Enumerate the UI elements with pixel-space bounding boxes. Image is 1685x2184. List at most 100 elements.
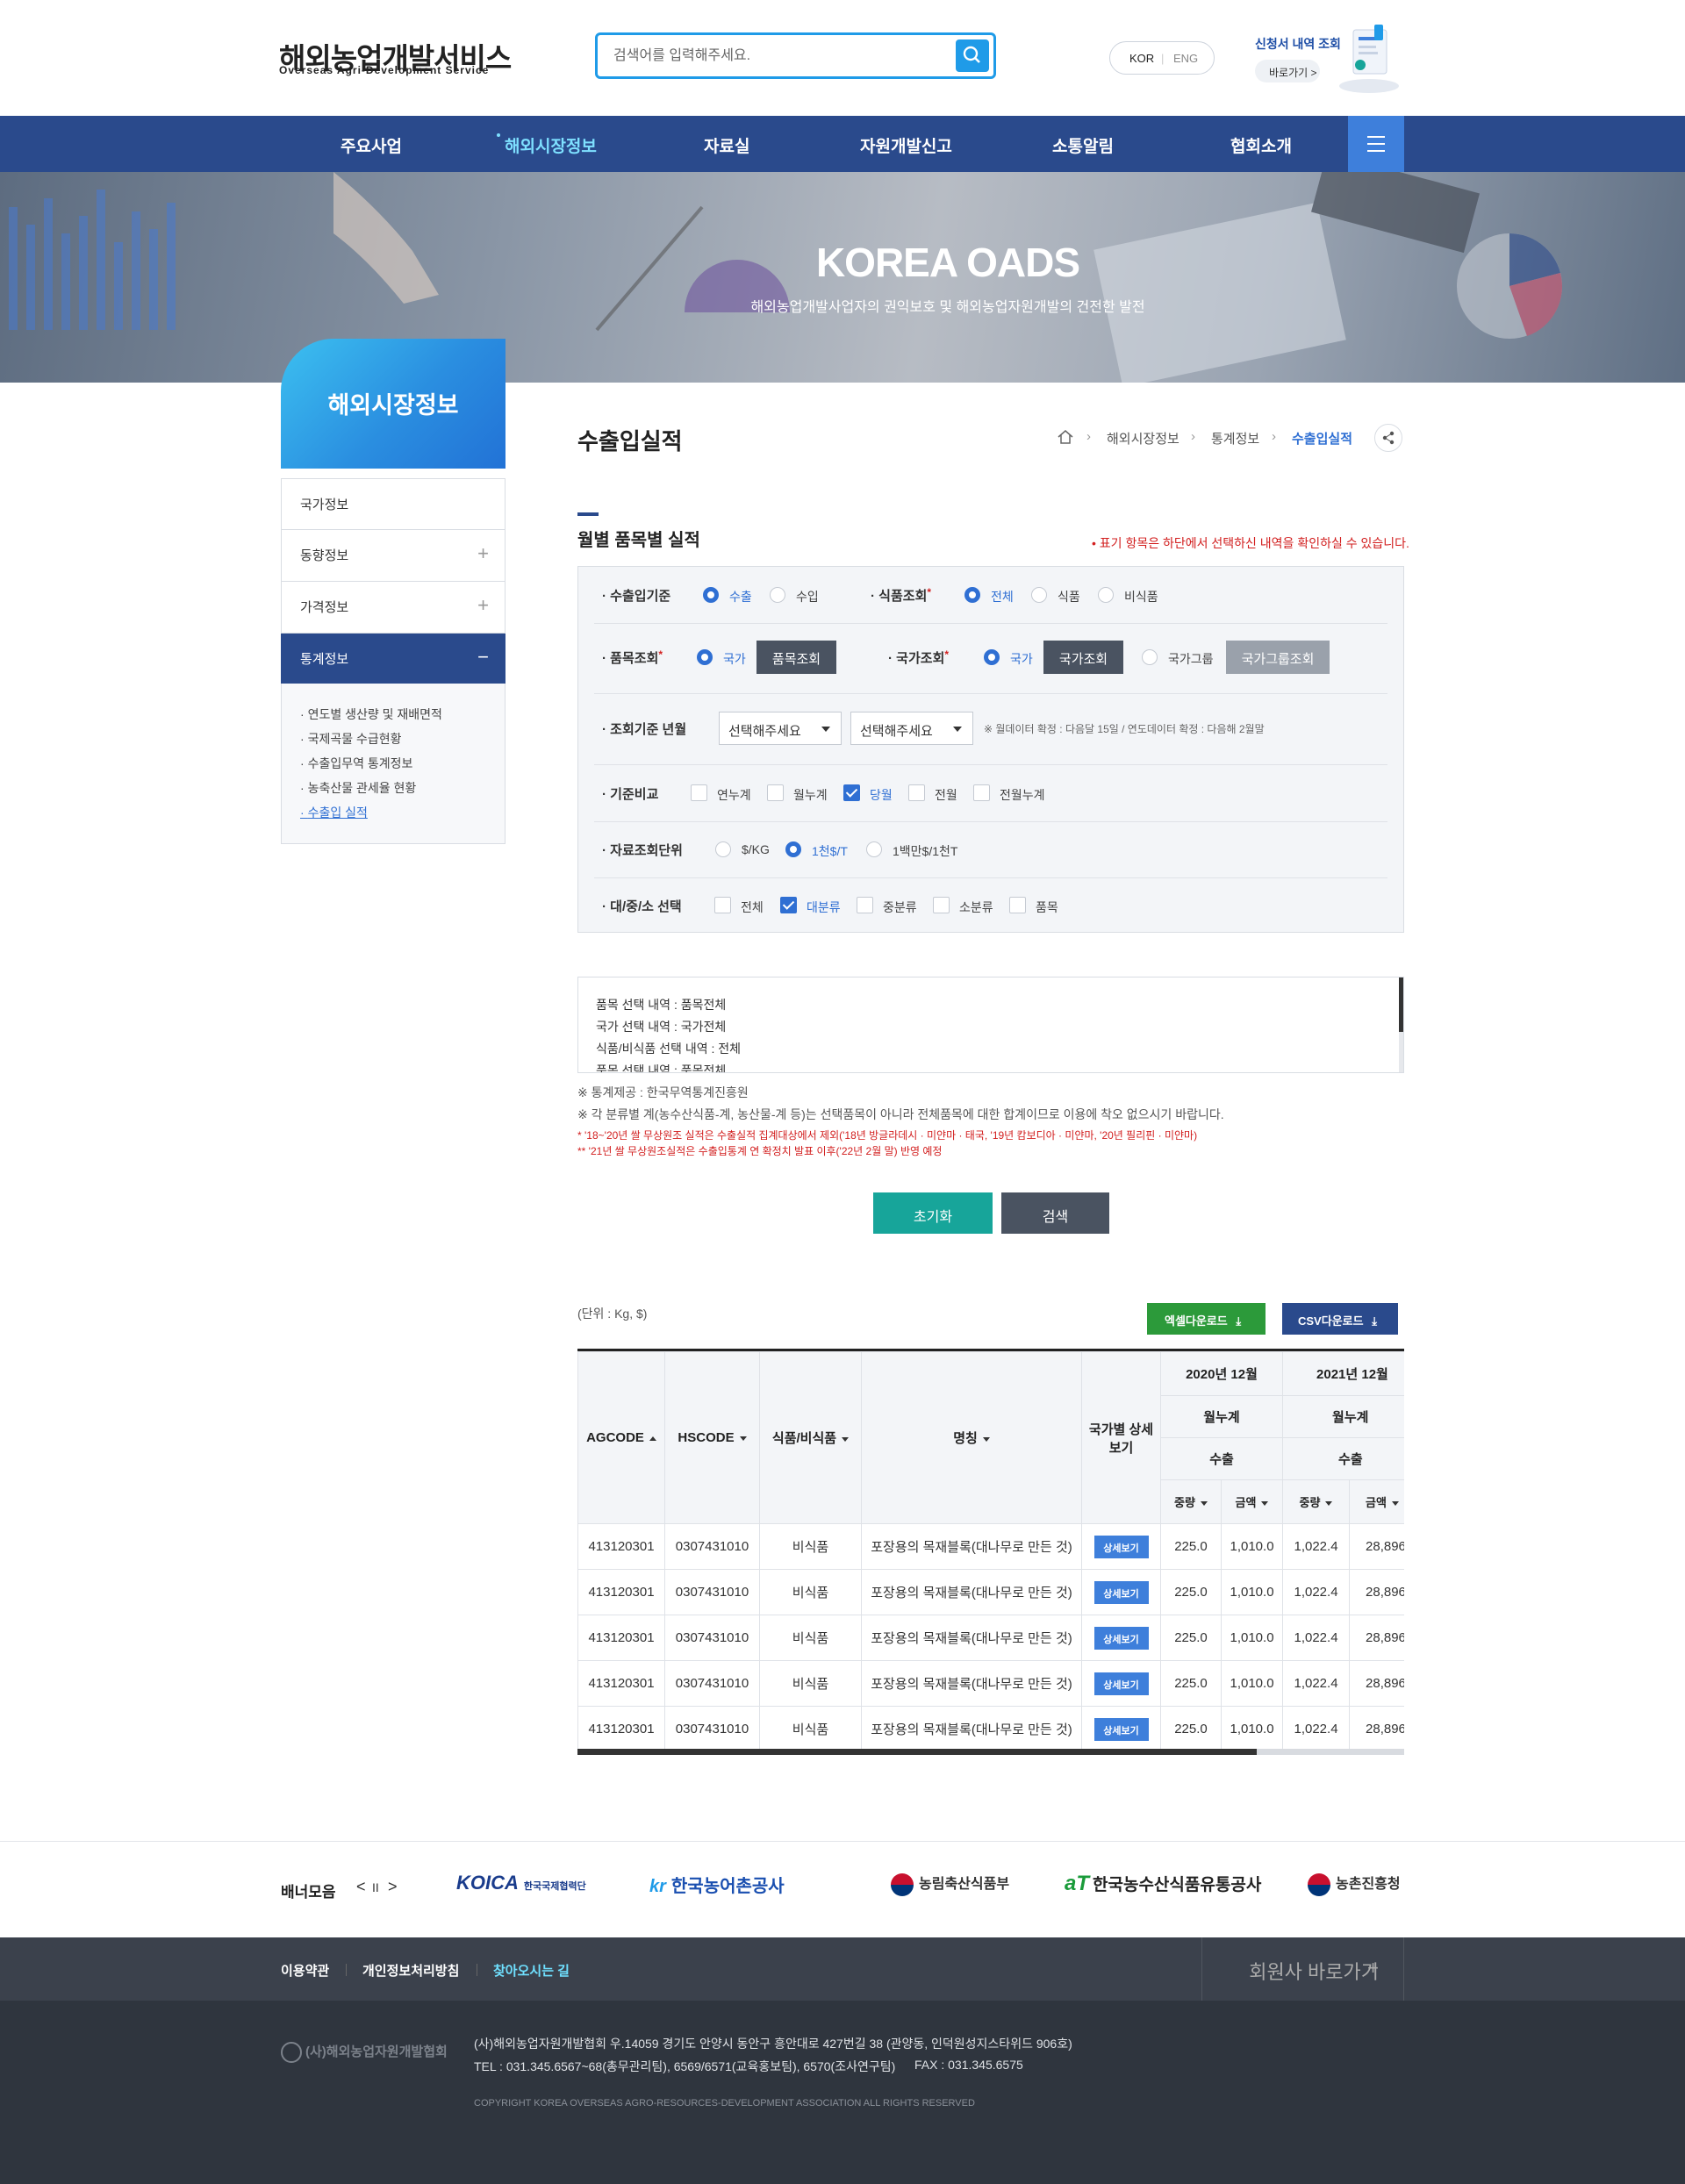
nav-item-about[interactable]: 협회소개 <box>1230 133 1292 157</box>
search-submit-button[interactable]: 검색 <box>1001 1192 1109 1234</box>
radio-import[interactable] <box>770 587 785 603</box>
banner-next-icon[interactable]: > <box>388 1878 398 1896</box>
cell-agcode: 413120301 <box>577 1706 665 1752</box>
apply-history-title[interactable]: 신청서 내역 조회 <box>1255 35 1341 53</box>
footer-link-privacy[interactable]: 개인정보처리방침 <box>362 1961 459 1980</box>
checkbox-cat-item[interactable] <box>1009 897 1026 913</box>
checkbox-prev-month[interactable] <box>908 784 925 801</box>
radio-unit-million[interactable] <box>866 841 882 857</box>
nav-item-notice[interactable]: 소통알림 <box>1052 133 1114 157</box>
submenu-item[interactable]: · 연도별 생산량 및 재배면적 <box>300 705 442 723</box>
th-weight[interactable]: 중량 <box>1282 1479 1351 1524</box>
radio-unit-thousand[interactable] <box>785 841 801 857</box>
banner-logo-at[interactable]: aT 한국농수산식품유통공사 <box>1065 1872 1261 1896</box>
cell-hscode: 0307431010 <box>664 1660 760 1707</box>
share-button[interactable] <box>1374 424 1402 452</box>
summary-scrollbar[interactable] <box>1399 977 1403 1072</box>
sidebar-item-statistics[interactable]: 통계정보 − <box>281 634 506 685</box>
th-amount[interactable]: 금액 <box>1220 1479 1284 1524</box>
cell-amount-2020: 1,010.0 <box>1220 1615 1284 1661</box>
country-query-button[interactable]: 국가조회 <box>1043 641 1123 674</box>
reset-button[interactable]: 초기화 <box>873 1192 993 1234</box>
radio-label: 1백만$/1천T <box>893 844 958 858</box>
lang-eng[interactable]: ENG <box>1173 52 1198 65</box>
th-agcode[interactable]: AGCODE <box>577 1351 665 1524</box>
checkbox-cat-major[interactable] <box>780 897 797 913</box>
breadcrumb-item[interactable]: 통계정보 <box>1211 429 1259 448</box>
cell-name: 포장용의 목재블록(대나무로 만든 것) <box>861 1569 1082 1615</box>
detail-button[interactable]: 상세보기 <box>1093 1626 1149 1650</box>
th-weight[interactable]: 중량 <box>1160 1479 1222 1524</box>
csv-download-button[interactable]: CSV다운로드 ⤓ <box>1282 1303 1398 1335</box>
search-button[interactable] <box>956 39 989 72</box>
th-cum: 월누계 <box>1282 1395 1404 1438</box>
footer-address: (사)해외농업자원개발협회 우.14059 경기도 안양시 동안구 흥안대로 4… <box>474 2037 1072 2051</box>
submenu-item[interactable]: · 국제곡물 수급현황 <box>300 730 402 748</box>
th-hscode[interactable]: HSCODE <box>664 1351 760 1524</box>
search-input[interactable] <box>613 44 947 68</box>
radio-country-group[interactable] <box>1142 649 1158 665</box>
nav-item-library[interactable]: 자료실 <box>704 133 749 157</box>
checkbox-cat-all[interactable] <box>714 897 731 913</box>
sidebar-title: 해외시장정보 <box>281 339 506 469</box>
nav-item-market-info[interactable]: 해외시장정보 <box>505 133 597 157</box>
excel-download-button[interactable]: 엑셀다운로드 ⤓ <box>1147 1303 1266 1335</box>
banner-prev-icon[interactable]: < <box>356 1878 366 1896</box>
family-site-button[interactable]: 회원사 바로가기 + <box>1201 1937 1404 2001</box>
year-select[interactable]: 선택해주세요 <box>719 712 842 745</box>
radio-item-country-label: 국가 <box>723 652 746 666</box>
radio-country[interactable] <box>984 649 1000 665</box>
nav-item-main-business[interactable]: 주요사업 <box>341 133 402 157</box>
submenu-item-active[interactable]: · 수출입 실적 <box>300 804 368 821</box>
table-horizontal-scrollbar[interactable] <box>577 1749 1404 1755</box>
radio-export[interactable] <box>703 587 719 603</box>
banner-pause-icon[interactable]: II <box>372 1880 379 1894</box>
checkbox-prev-month-cum[interactable] <box>973 784 990 801</box>
item-query-button[interactable]: 품목조회 <box>756 641 836 674</box>
sidebar-item-country-info[interactable]: 국가정보 <box>281 478 506 530</box>
selection-summary[interactable]: 품목 선택 내역 : 품목전체 국가 선택 내역 : 국가전체 식품/비식품 선… <box>577 977 1404 1073</box>
detail-button[interactable]: 상세보기 <box>1093 1580 1149 1604</box>
country-query-label: · 국가조회* <box>888 648 950 666</box>
checkbox-monthly-cum[interactable] <box>767 784 784 801</box>
checkbox-yearly-cum[interactable] <box>691 784 707 801</box>
results-table-wrapper[interactable]: AGCODE HSCODE 식품/비식품 명칭 국가별 상세보기 2020년 1… <box>577 1349 1404 1752</box>
sidebar-item-price-info[interactable]: 가격정보 + <box>281 582 506 634</box>
checkbox-cat-minor[interactable] <box>933 897 950 913</box>
detail-button[interactable]: 상세보기 <box>1093 1717 1149 1741</box>
banner-logo-krc[interactable]: kr 한국농어촌공사 <box>649 1872 785 1897</box>
checkbox-label: 당월 <box>870 788 893 802</box>
banner-logo-koica[interactable]: KOICA 한국국제협력단 <box>456 1872 586 1894</box>
th-food[interactable]: 식품/비식품 <box>759 1351 862 1524</box>
radio-food[interactable] <box>1031 587 1047 603</box>
footer-link-terms[interactable]: 이용약관 <box>281 1961 329 1980</box>
submenu-item[interactable]: · 수출입무역 통계정보 <box>300 755 412 772</box>
th-amount[interactable]: 금액 <box>1349 1479 1404 1524</box>
country-group-query-button[interactable]: 국가그룹조회 <box>1226 641 1330 674</box>
submenu-item[interactable]: · 농축산물 관세율 현황 <box>300 779 416 797</box>
th-name[interactable]: 명칭 <box>861 1351 1082 1524</box>
footer-divider <box>346 1964 347 1976</box>
lang-kor[interactable]: KOR <box>1129 52 1154 65</box>
breadcrumb-item[interactable]: 해외시장정보 <box>1107 429 1180 448</box>
radio-unit-kg[interactable] <box>715 841 731 857</box>
detail-button[interactable]: 상세보기 <box>1093 1672 1149 1695</box>
all-menu-button[interactable] <box>1348 116 1404 172</box>
footer-link-directions[interactable]: 찾아오시는 길 <box>493 1961 570 1980</box>
radio-food-all[interactable] <box>964 587 980 603</box>
radio-nonfood[interactable] <box>1098 587 1114 603</box>
home-icon[interactable] <box>1056 428 1075 446</box>
month-select[interactable]: 선택해주세요 <box>850 712 973 745</box>
nav-item-resource-report[interactable]: 자원개발신고 <box>860 133 952 157</box>
sort-desc-icon <box>739 1436 747 1444</box>
banner-logo-rda[interactable]: 농촌진흥청 <box>1308 1872 1404 1896</box>
sidebar-item-trend-info[interactable]: 동향정보 + <box>281 530 506 582</box>
radio-item-country[interactable] <box>697 649 713 665</box>
breadcrumb-current: 수출입실적 <box>1292 432 1353 447</box>
detail-button[interactable]: 상세보기 <box>1093 1535 1149 1558</box>
checkbox-current-month[interactable] <box>843 784 860 801</box>
apply-history-link[interactable]: 바로가기 > <box>1255 60 1320 82</box>
checkbox-cat-middle[interactable] <box>857 897 873 913</box>
breadcrumb-separator: › <box>1272 429 1276 444</box>
banner-logo-mafra[interactable]: 농림축산식품부 <box>891 1872 1009 1896</box>
